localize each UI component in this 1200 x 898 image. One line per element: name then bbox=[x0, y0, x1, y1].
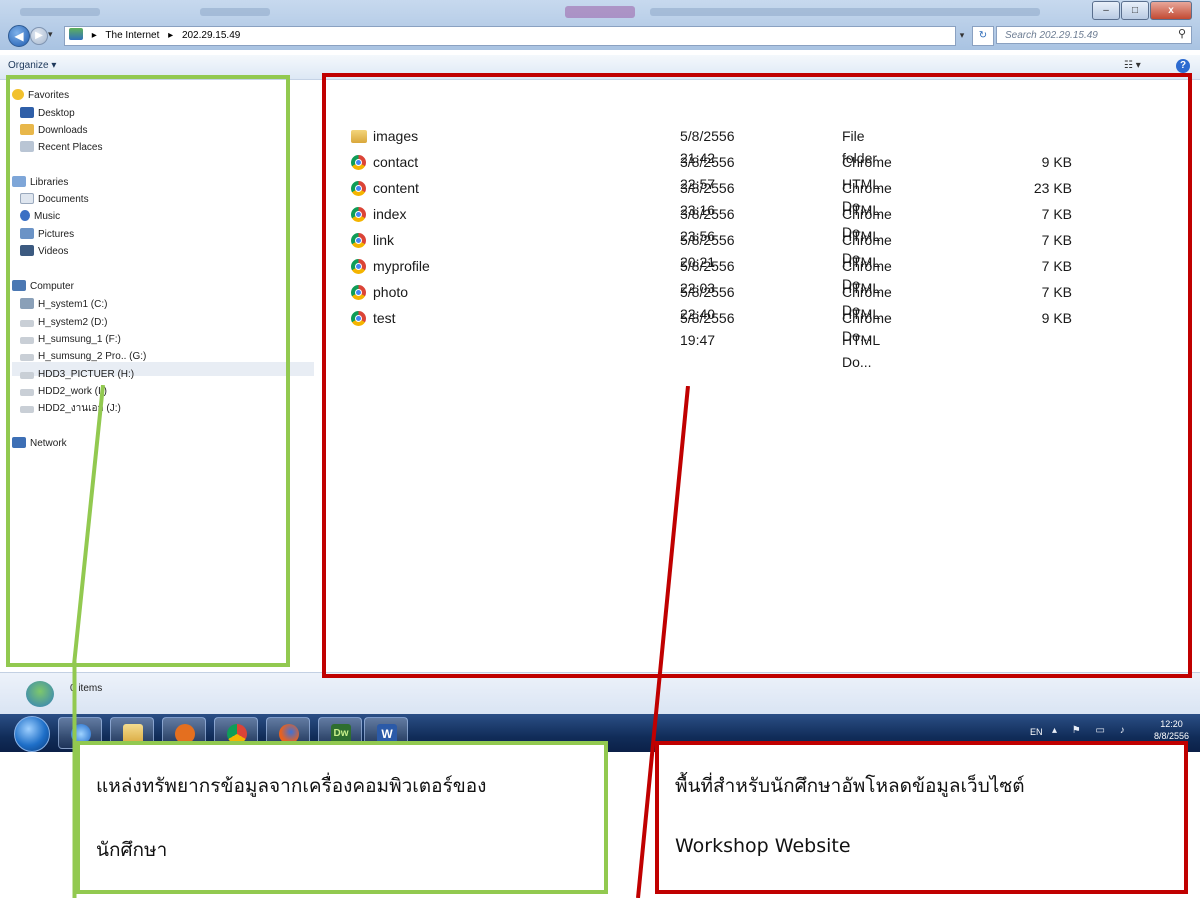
title-blur bbox=[200, 8, 270, 16]
view-options-icon[interactable]: ☷ ▾ bbox=[1124, 60, 1141, 71]
address-row: ◀ ▶ ▾ ▸ The Internet ▸ 202.29.15.49 ▾ ↻ … bbox=[0, 24, 1200, 47]
language-indicator[interactable]: EN bbox=[1030, 727, 1043, 737]
callout-left-line-2: นักศึกษา bbox=[96, 839, 168, 861]
window-controls: – □ x bbox=[1091, 1, 1192, 21]
callout-right-line-1: พื้นที่สำหรับนักศึกษาอัพโหลดข้อมูลเว็บไซ… bbox=[675, 775, 1025, 797]
search-input[interactable]: Search 202.29.15.49 bbox=[996, 26, 1192, 44]
clock-time: 12:20 bbox=[1160, 719, 1183, 729]
address-bar[interactable]: ▸ The Internet ▸ 202.29.15.49 bbox=[64, 26, 956, 46]
help-icon[interactable]: ? bbox=[1176, 59, 1190, 73]
annotation-frame-right bbox=[322, 73, 1192, 678]
title-bar: – □ x bbox=[0, 0, 1200, 24]
title-blur bbox=[650, 8, 1040, 16]
search-icon[interactable]: ⚲ bbox=[1178, 27, 1186, 40]
arrow-left-icon: ◀ bbox=[14, 29, 24, 43]
callout-left-line-1: แหล่งทรัพยากรข้อมูลจากเครื่องคอมพิวเตอร์… bbox=[96, 775, 487, 797]
organize-button[interactable]: Organize ▾ bbox=[8, 60, 56, 71]
annotation-callout-right: พื้นที่สำหรับนักศึกษาอัพโหลดข้อมูลเว็บไซ… bbox=[655, 741, 1188, 894]
breadcrumb-host[interactable]: 202.29.15.49 bbox=[182, 30, 240, 41]
back-button[interactable]: ◀ bbox=[8, 25, 30, 47]
breadcrumb-internet[interactable]: The Internet bbox=[105, 30, 159, 41]
start-button[interactable] bbox=[14, 716, 50, 752]
title-blur bbox=[20, 8, 100, 16]
refresh-icon: ↻ bbox=[978, 30, 988, 41]
maximize-button[interactable]: □ bbox=[1121, 1, 1149, 20]
close-button[interactable]: x bbox=[1150, 1, 1192, 20]
annotation-callout-left: แหล่งทรัพยากรข้อมูลจากเครื่องคอมพิวเตอร์… bbox=[76, 741, 608, 894]
refresh-button[interactable]: ↻ bbox=[972, 26, 994, 46]
recent-pages-dropdown[interactable]: ▾ bbox=[48, 29, 53, 40]
address-dropdown[interactable]: ▾ bbox=[955, 26, 969, 44]
network-location-icon bbox=[69, 28, 83, 40]
status-bar: 0 items bbox=[0, 672, 1200, 715]
title-blur bbox=[565, 6, 635, 18]
minimize-button[interactable]: – bbox=[1092, 1, 1120, 20]
annotation-frame-left bbox=[6, 75, 290, 667]
arrow-right-icon: ▶ bbox=[35, 30, 43, 41]
callout-right-line-2: Workshop Website bbox=[675, 835, 851, 857]
tray-icons[interactable]: ▴ ⚑ ▭ ♪ bbox=[1052, 725, 1131, 736]
forward-button[interactable]: ▶ bbox=[30, 27, 48, 45]
breadcrumb-separator: ▸ bbox=[168, 30, 174, 41]
network-globe-icon bbox=[26, 681, 54, 707]
annotation-connector-left-upper bbox=[72, 385, 105, 665]
breadcrumb-separator: ▸ bbox=[91, 30, 97, 41]
clock[interactable]: 12:20 8/8/2556 bbox=[1154, 718, 1189, 742]
